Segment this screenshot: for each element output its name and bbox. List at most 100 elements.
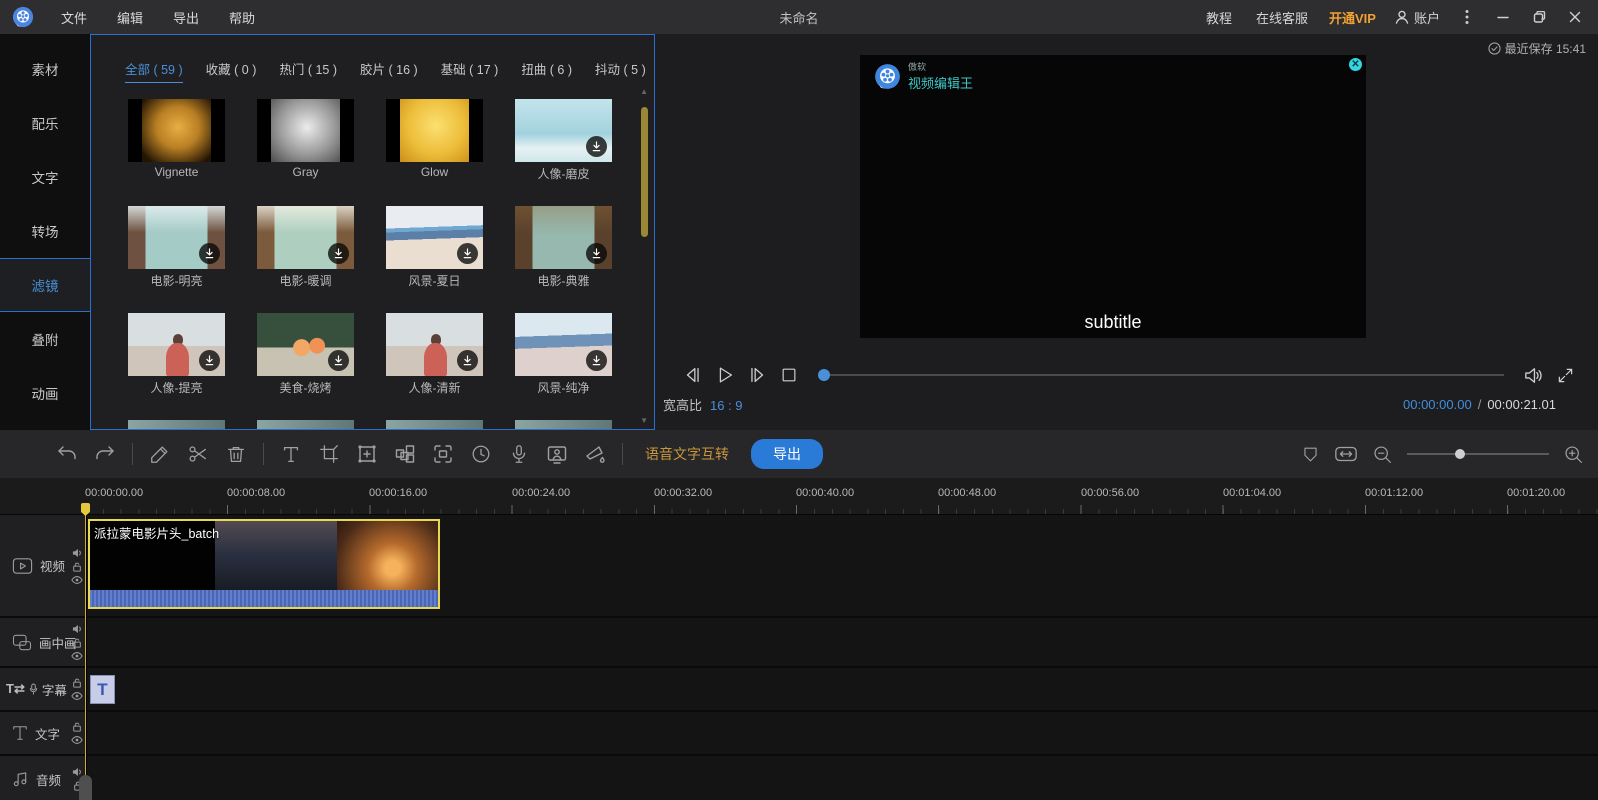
scroll-up-icon[interactable]: ▲ xyxy=(640,87,648,96)
delete-button[interactable] xyxy=(217,437,255,471)
preview-canvas[interactable]: 傲软 视频编辑王 ✕ subtitle xyxy=(860,55,1366,338)
zoom-slider-handle[interactable] xyxy=(1455,449,1465,459)
track-lock-icon[interactable] xyxy=(72,678,82,689)
fit-timeline-button[interactable] xyxy=(1334,444,1358,464)
maximize-button[interactable] xyxy=(1524,5,1554,29)
account-button[interactable]: 账户 xyxy=(1388,4,1446,31)
tab-film[interactable]: 胶片 ( 16 ) xyxy=(360,59,418,83)
zoom-slider-track[interactable] xyxy=(1407,453,1549,455)
track-lock-icon[interactable] xyxy=(72,561,82,572)
watermark-close-icon[interactable]: ✕ xyxy=(1349,58,1362,71)
tab-favorites[interactable]: 收藏 ( 0 ) xyxy=(206,59,257,83)
track-pip-header[interactable]: 画中画 xyxy=(0,618,87,666)
menu-help[interactable]: 帮助 xyxy=(216,4,268,31)
filter-thumbnail[interactable] xyxy=(128,206,225,269)
filter-thumbnail[interactable] xyxy=(386,206,483,269)
pip-frame-button[interactable] xyxy=(424,437,462,471)
edit-clip-button[interactable] xyxy=(141,437,179,471)
menu-export[interactable]: 导出 xyxy=(160,4,212,31)
filter-item[interactable]: 电影-典雅 xyxy=(508,206,637,313)
track-pip-lane[interactable] xyxy=(87,618,1598,666)
speech-text-convert-button[interactable]: 语音文字互转 xyxy=(645,444,729,464)
crop-button[interactable] xyxy=(310,437,348,471)
track-audio-lane[interactable] xyxy=(87,756,1598,800)
timeline-scroll-handle[interactable] xyxy=(79,775,92,800)
duration-button[interactable] xyxy=(462,437,500,471)
sidebar-item-music[interactable]: 配乐 xyxy=(0,96,90,150)
timeline-zoom-slider[interactable] xyxy=(1407,447,1549,461)
zoom-frame-button[interactable] xyxy=(348,437,386,471)
redo-button[interactable] xyxy=(86,437,124,471)
download-icon[interactable] xyxy=(586,243,607,264)
track-mute-icon[interactable] xyxy=(72,547,83,558)
filter-thumbnail[interactable] xyxy=(257,99,354,162)
undo-button[interactable] xyxy=(48,437,86,471)
track-subtitle-header[interactable]: T⇄ 字幕 xyxy=(0,668,87,710)
download-icon[interactable] xyxy=(328,350,349,371)
filter-thumbnail[interactable] xyxy=(386,313,483,376)
tab-distort[interactable]: 扭曲 ( 6 ) xyxy=(521,59,572,83)
fullscreen-button[interactable] xyxy=(1552,362,1578,388)
seek-slider[interactable] xyxy=(818,362,1504,388)
filter-item[interactable]: Gray xyxy=(250,99,379,206)
download-icon[interactable] xyxy=(199,350,220,371)
filter-thumbnail[interactable] xyxy=(515,99,612,162)
filters-scrollbar-thumb[interactable] xyxy=(641,107,648,237)
filter-thumbnail[interactable] xyxy=(257,206,354,269)
sidebar-item-animation[interactable]: 动画 xyxy=(0,366,90,420)
filter-item[interactable]: 风景-夏日 xyxy=(379,206,508,313)
track-subtitle-lane[interactable]: T xyxy=(87,668,1598,710)
track-audio-header[interactable]: 音频 xyxy=(0,756,87,800)
filter-item-partial[interactable] xyxy=(121,420,250,430)
online-support-link[interactable]: 在线客服 xyxy=(1247,4,1317,31)
tab-popular[interactable]: 热门 ( 15 ) xyxy=(279,59,337,83)
tab-basic[interactable]: 基础 ( 17 ) xyxy=(441,59,499,83)
style-paint-button[interactable] xyxy=(576,437,614,471)
subtitle-clip[interactable]: T xyxy=(90,675,115,704)
filter-thumbnail[interactable] xyxy=(128,313,225,376)
filter-item-partial[interactable] xyxy=(250,420,379,430)
play-button[interactable] xyxy=(712,362,738,388)
tab-all[interactable]: 全部 ( 59 ) xyxy=(125,59,183,83)
record-voiceover-button[interactable] xyxy=(500,437,538,471)
scroll-down-icon[interactable]: ▼ xyxy=(640,416,648,425)
seek-track[interactable] xyxy=(818,374,1504,376)
split-button[interactable] xyxy=(179,437,217,471)
track-visibility-icon[interactable] xyxy=(71,692,83,701)
tutorial-link[interactable]: 教程 xyxy=(1197,4,1241,31)
filter-thumbnail[interactable] xyxy=(515,206,612,269)
seek-handle[interactable] xyxy=(818,369,830,381)
canvas-subtitle-text[interactable]: subtitle xyxy=(860,312,1366,333)
playhead-line[interactable] xyxy=(85,509,86,800)
filter-thumbnail[interactable] xyxy=(386,99,483,162)
filter-item[interactable]: 美食-烧烤 xyxy=(250,313,379,420)
video-clip[interactable]: 派拉蒙电影片头_batch xyxy=(88,519,440,609)
download-icon[interactable] xyxy=(328,243,349,264)
sidebar-item-text[interactable]: 文字 xyxy=(0,150,90,204)
aspect-ratio[interactable]: 宽高比16 : 9 xyxy=(663,395,743,414)
filter-thumbnail[interactable] xyxy=(515,313,612,376)
track-visibility-icon[interactable] xyxy=(71,652,83,661)
vip-upgrade-link[interactable]: 开通VIP xyxy=(1323,4,1382,31)
track-video-lane[interactable]: 派拉蒙电影片头_batch xyxy=(87,515,1598,616)
sidebar-item-media[interactable]: 素材 xyxy=(0,42,90,96)
menu-file[interactable]: 文件 xyxy=(48,4,100,31)
tab-shake[interactable]: 抖动 ( 5 ) xyxy=(595,59,646,83)
filter-thumbnail[interactable] xyxy=(128,99,225,162)
download-icon[interactable] xyxy=(586,350,607,371)
filter-thumbnail[interactable] xyxy=(257,313,354,376)
track-visibility-icon[interactable] xyxy=(71,736,83,745)
download-icon[interactable] xyxy=(457,350,478,371)
avatar-overlay-button[interactable] xyxy=(538,437,576,471)
sidebar-item-overlays[interactable]: 叠附 xyxy=(0,312,90,366)
filter-item[interactable]: 人像-提亮 xyxy=(121,313,250,420)
volume-button[interactable] xyxy=(1520,362,1546,388)
download-icon[interactable] xyxy=(586,136,607,157)
track-video-header[interactable]: 视频 xyxy=(0,515,87,616)
mosaic-button[interactable] xyxy=(386,437,424,471)
more-menu-button[interactable] xyxy=(1452,5,1482,29)
download-icon[interactable] xyxy=(199,243,220,264)
export-button[interactable]: 导出 xyxy=(751,439,823,469)
sidebar-item-transitions[interactable]: 转场 xyxy=(0,204,90,258)
track-text-header[interactable]: 文字 xyxy=(0,712,87,754)
